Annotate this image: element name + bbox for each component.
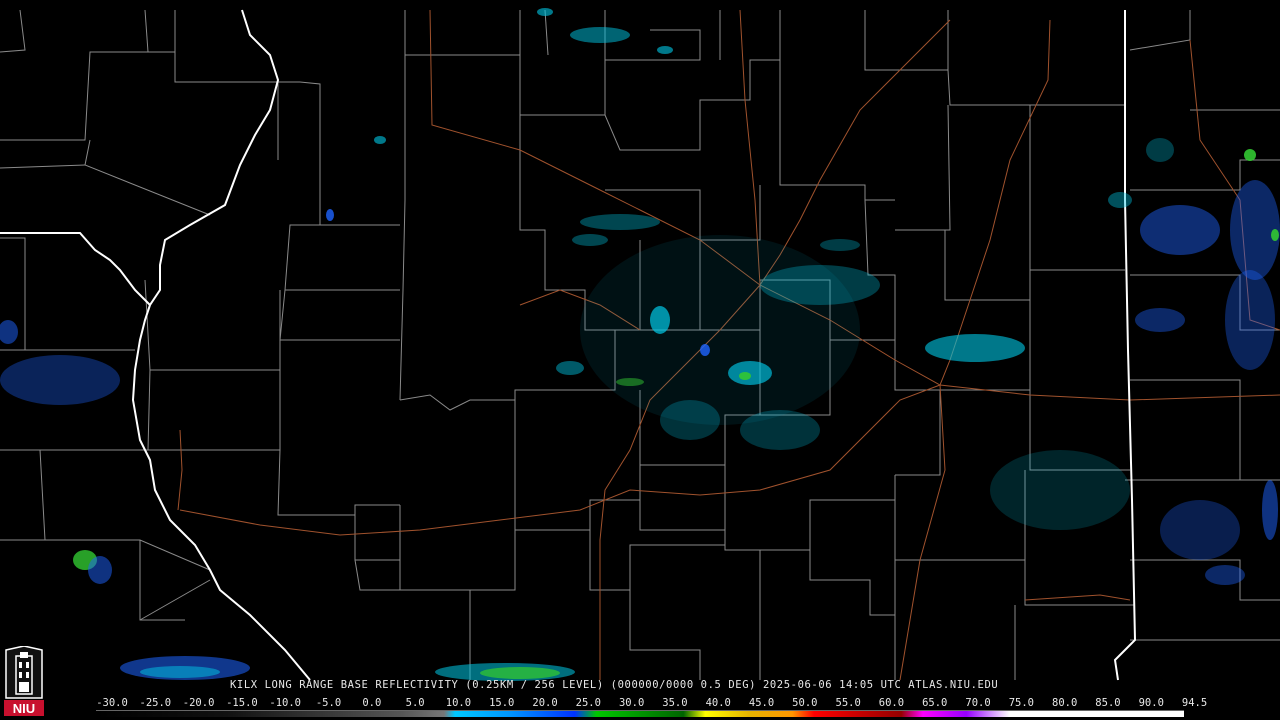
colorbar-label: 0.0: [362, 697, 382, 709]
colorbar-label: 45.0: [748, 697, 775, 709]
colorbar-label: 90.0: [1138, 697, 1164, 709]
colorbar-label: -10.0: [269, 697, 302, 709]
colorbar-label: 20.0: [532, 697, 558, 709]
colorbar-label: 50.0: [792, 697, 818, 709]
echo-cluster-central: [556, 214, 880, 450]
echo-cluster-south: [120, 656, 575, 681]
colorbar-label: 35.0: [662, 697, 688, 709]
colorbar-labels: -30.0 -25.0 -20.0 -15.0 -10.0 -5.0 0.0 5.0 10.0 1…: [92, 697, 1207, 709]
colorbar-label: 60.0: [878, 697, 905, 709]
echo-cluster-east: [925, 138, 1280, 585]
colorbar-label: 40.0: [705, 697, 731, 709]
colorbar-label: 65.0: [922, 697, 948, 709]
reflectivity-colorbar: [96, 710, 1184, 717]
colorbar-label: -15.0: [226, 697, 258, 709]
colorbar-label: 75.0: [1008, 697, 1034, 709]
colorbar-label: 55.0: [835, 697, 861, 709]
colorbar-label: 25.0: [575, 697, 601, 709]
colorbar-label: 10.0: [445, 697, 472, 709]
niu-tower-logo-icon: NIU: [4, 646, 44, 716]
colorbar-label: 85.0: [1095, 697, 1121, 709]
logo-text: NIU: [13, 701, 35, 716]
colorbar-label: -20.0: [182, 697, 215, 709]
colorbar-label: 5.0: [405, 697, 425, 709]
colorbar-label: 15.0: [489, 697, 515, 709]
product-caption: KILX LONG RANGE BASE REFLECTIVITY (0.25K…: [230, 679, 999, 691]
colorbar-label: 70.0: [965, 697, 991, 709]
colorbar-label: 94.5: [1181, 697, 1208, 709]
colorbar-label: -30.0: [96, 697, 128, 709]
radar-echoes: [0, 8, 1280, 681]
colorbar-label: -25.0: [139, 697, 172, 709]
radar-map: [0, 8, 1280, 681]
echo-cluster-west: [0, 136, 386, 584]
colorbar-label: 80.0: [1051, 697, 1078, 709]
colorbar-label: 30.0: [618, 697, 645, 709]
colorbar-label: -5.0: [315, 697, 342, 709]
